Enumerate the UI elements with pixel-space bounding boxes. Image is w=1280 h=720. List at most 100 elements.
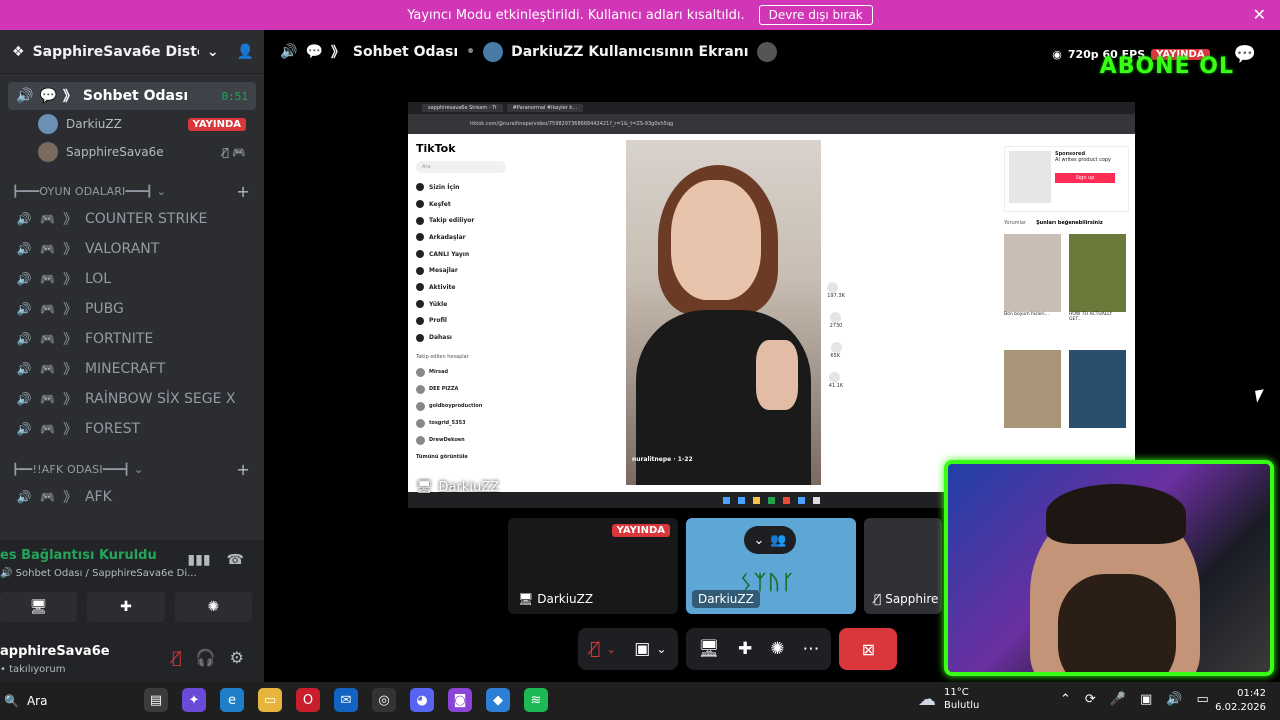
tiktok-nav-item: Takip ediliyor: [416, 212, 506, 229]
voice-channel-active[interactable]: 🔊 💬 》 Sohbet Odası 0:51: [8, 82, 256, 110]
weather-desc: Bulutlu: [944, 700, 980, 711]
chevron-down-icon[interactable]: ⌄: [656, 642, 666, 656]
close-icon[interactable]: ✕: [1253, 5, 1266, 24]
live-badge: YAYINDA: [187, 117, 246, 131]
explorer-icon[interactable]: ▤: [144, 688, 168, 712]
copilot-icon[interactable]: ✦: [182, 688, 206, 712]
more-icon[interactable]: ⋯: [802, 639, 819, 659]
voice-member[interactable]: SapphireSava6e 🎙̸ 🎮: [8, 138, 256, 166]
streamlabs-icon[interactable]: ◙: [448, 688, 472, 712]
add-channel-icon[interactable]: +: [236, 460, 250, 479]
eye-icon: ◉: [1052, 48, 1062, 61]
voice-channel-path[interactable]: 🔊 Sohbet Odası / SapphireSava6e Di...: [0, 568, 197, 579]
voice-channel-item[interactable]: 🔊 🎮 》 LOL: [8, 264, 256, 294]
action-count: 41.1K: [828, 383, 844, 389]
soundboard-button[interactable]: ✺: [174, 592, 252, 622]
activities-button[interactable]: ✚: [87, 592, 165, 622]
subscribe-overlay: ABONE OL: [1099, 54, 1234, 79]
gear-icon[interactable]: ⚙: [230, 648, 244, 667]
participant-tile[interactable]: 🎙̸ Sapphire: [864, 518, 942, 614]
voice-channel-item[interactable]: 🔊 🎮 》 PUBG: [8, 294, 256, 324]
voice-channel-item[interactable]: 🔊 🎮 》 FORTNITE: [8, 324, 256, 354]
nav-label: CANLI Yayın: [429, 250, 470, 258]
voice-channel-item[interactable]: 🔊 🎮 》 VALORANT: [8, 234, 256, 264]
nav-icon: [416, 183, 424, 192]
show-all-link: Tümünü görüntüle: [416, 454, 468, 461]
streamer-mode-banner: Yayıncı Modu etkinleştirildi. Kullanıcı …: [0, 0, 1280, 30]
server-header[interactable]: ❖ SapphireSava6e Distopik... ⌄ 👤: [0, 30, 264, 74]
tiktok-nav-item: Keşfet: [416, 196, 506, 213]
chevron-down-icon[interactable]: ⌄: [606, 642, 616, 656]
display-icon[interactable]: ▣: [1140, 692, 1152, 707]
add-channel-icon[interactable]: +: [236, 182, 250, 201]
add-user-icon[interactable]: 👤: [237, 44, 254, 60]
headset-icon[interactable]: 🎧: [196, 648, 216, 667]
clock[interactable]: 01:42 6.02.2026: [1215, 687, 1266, 715]
obs-icon[interactable]: ◎: [372, 688, 396, 712]
outlook-icon[interactable]: ✉: [334, 688, 358, 712]
edge-icon[interactable]: e: [220, 688, 244, 712]
thumbnail-caption: Bon boyum hisleri...: [1004, 312, 1049, 317]
microphone-icon[interactable]: 🎤: [1110, 692, 1126, 707]
user-panel[interactable]: apphireSava6e • takılıyorum 🎙̸ 🎧 ⚙: [0, 638, 264, 682]
opera-icon[interactable]: O: [296, 688, 320, 712]
gamepad-icon: 🎮: [40, 272, 55, 286]
muted-icon: 🎙̸ 🎮: [222, 145, 246, 159]
voice-channel-item[interactable]: 🔊 🎮 》 RAİNBOW SİX SEGE X: [8, 384, 256, 414]
tiktok-nav-item: Profil: [416, 313, 506, 330]
clock-date: 6.02.2026: [1215, 702, 1266, 713]
tiktok-nav-item: Yükle: [416, 296, 506, 313]
participant-tile[interactable]: ⌄ 👥 ᛊᛉᚢᚴ DarkiuZZ: [686, 518, 856, 614]
disconnect-icon[interactable]: ☎: [227, 552, 244, 568]
soundboard-icon[interactable]: ✺: [770, 639, 784, 659]
sync-icon[interactable]: ⟳: [1085, 692, 1096, 707]
spotify-icon[interactable]: ≋: [524, 688, 548, 712]
folder-icon[interactable]: ▭: [258, 688, 282, 712]
chevron-up-icon[interactable]: ⌃: [1060, 692, 1071, 707]
mute-icon[interactable]: 🎙̸: [172, 648, 182, 667]
stream-owner-label: 🖥 DarkiuZZ: [416, 480, 499, 495]
screen-share-icon[interactable]: 🖥: [698, 639, 720, 659]
following-item: DrewDekoen: [416, 432, 506, 449]
mute-icon[interactable]: 🎙̸: [590, 639, 600, 659]
tiktok-nav-item: Dahası: [416, 329, 506, 346]
category-game-rooms[interactable]: ┣━━━OYUN ODALARI━━━┫ ⌄ +: [8, 178, 256, 204]
voice-channel-item[interactable]: 🔊 🎮 》 COUNTER STRIKE: [8, 204, 256, 234]
nav-label: Arkadaşlar: [429, 233, 466, 241]
action-icon: [827, 282, 839, 293]
chevron-down-icon[interactable]: ⌄: [207, 44, 219, 60]
volume-icon[interactable]: 🔊: [1166, 692, 1182, 707]
channel-name: RAİNBOW SİX SEGE X: [84, 391, 236, 407]
noise-suppression-icon[interactable]: ▮▮▮: [187, 552, 210, 568]
action-icon: [829, 312, 841, 323]
channel-name: VALORANT: [84, 241, 160, 257]
search-placeholder: Ara: [26, 694, 48, 708]
tile-label: DarkiuZZ: [692, 590, 760, 608]
chat-icon[interactable]: 💬: [1234, 44, 1256, 65]
disable-streamer-mode-button[interactable]: Devre dışı bırak: [758, 5, 873, 25]
category-afk[interactable]: ┣━━!!AFK ODASI━━━┫ ⌄ +: [8, 456, 256, 482]
following-header: Takip edilen hesaplar: [416, 353, 469, 360]
discord-icon[interactable]: ◕: [410, 688, 434, 712]
action-count: 197.3K: [827, 293, 845, 299]
stop-stream-button[interactable]: ⊠: [839, 628, 898, 670]
shared-screen[interactable]: sapphiresava6e Stream - Tr #Paranormal #…: [408, 102, 1135, 508]
camera-off-icon[interactable]: ▣: [634, 639, 650, 659]
collapse-participants-button[interactable]: ⌄ 👥: [744, 526, 796, 554]
channel-name: COUNTER STRIKE: [84, 211, 208, 227]
nav-icon: [416, 233, 424, 242]
avatar: [416, 418, 425, 428]
voice-channel-item[interactable]: 🔊 🎮 》 AFK: [8, 482, 256, 512]
voice-member[interactable]: DarkiuZZ YAYINDA: [8, 110, 256, 138]
nav-icon: [416, 283, 424, 292]
app-icon[interactable]: ◆: [486, 688, 510, 712]
channel-title[interactable]: Sohbet Odası: [353, 44, 458, 60]
taskbar-search[interactable]: 🔍 Ara: [4, 690, 128, 712]
battery-icon[interactable]: ▭: [1196, 692, 1208, 707]
activities-icon[interactable]: ✚: [738, 639, 752, 659]
voice-channel-item[interactable]: 🔊 🎮 》 MINECRAFT: [8, 354, 256, 384]
voice-channel-item[interactable]: 🔊 🎮 》 FOREST: [8, 414, 256, 444]
share-screen-button[interactable]: 🖥: [0, 592, 78, 622]
weather-widget[interactable]: ☁ 11°C Bulutlu: [918, 686, 979, 712]
stream-tile[interactable]: YAYINDA 🖥 DarkiuZZ: [508, 518, 678, 614]
